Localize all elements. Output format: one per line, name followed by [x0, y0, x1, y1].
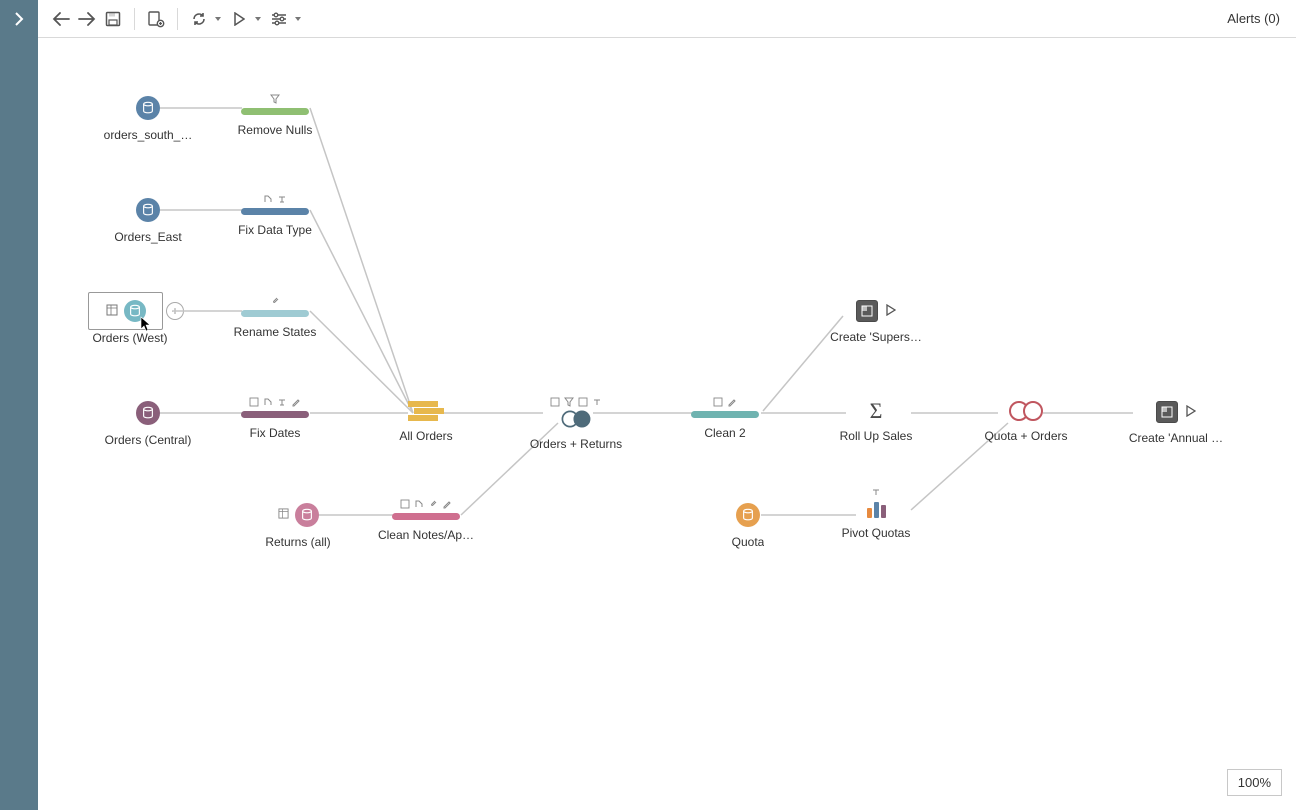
expand-sidebar-button[interactable]: [0, 0, 38, 38]
filter-icon: [270, 94, 280, 104]
table-icon: [278, 508, 289, 522]
input-node-returns-all[interactable]: Returns (all): [233, 503, 363, 549]
rename-icon: [263, 194, 273, 204]
node-label: Remove Nulls: [238, 123, 313, 137]
toolbar-separator: [134, 8, 135, 30]
rename-icon: [578, 397, 588, 407]
join-icon: [562, 411, 591, 428]
node-label-orders-west-wrap: Orders (West): [65, 323, 195, 345]
pivot-node-pivot-quotas[interactable]: Pivot Quotas: [811, 500, 941, 540]
paperclip-icon: [270, 296, 280, 306]
edit-icon: [291, 397, 301, 407]
join-node-quota-orders[interactable]: Quota + Orders: [961, 401, 1091, 443]
node-label: Roll Up Sales: [840, 429, 913, 443]
node-label: All Orders: [399, 429, 452, 443]
database-icon: [736, 503, 760, 527]
rename-icon: [263, 397, 273, 407]
node-label: Rename States: [234, 325, 317, 339]
pivot-icon: [867, 500, 886, 518]
database-icon: [136, 198, 160, 222]
database-icon: [295, 503, 319, 527]
clean-node-fix-dates[interactable]: Fix Dates: [210, 397, 340, 440]
join-node-orders-returns[interactable]: Orders + Returns: [511, 397, 641, 451]
node-label: Clean 2: [704, 426, 745, 440]
union-node-all-orders[interactable]: All Orders: [361, 401, 491, 443]
clean-pill: [241, 411, 309, 418]
output-icon: [1156, 401, 1178, 423]
node-label: Clean Notes/Ap…: [378, 528, 474, 542]
run-output-button[interactable]: [886, 304, 896, 319]
node-label: Returns (all): [265, 535, 330, 549]
type-change-icon: [592, 397, 602, 407]
node-label: Quota: [732, 535, 765, 549]
clean-pill: [392, 513, 460, 520]
union-icon: [408, 401, 444, 421]
toolbar: Alerts (0): [38, 0, 1296, 38]
clean-pill: [691, 411, 759, 418]
run-flow-button[interactable]: [226, 6, 252, 32]
edit-icon: [727, 397, 737, 407]
node-label: Fix Dates: [250, 426, 301, 440]
output-node-create-annual[interactable]: Create 'Annual …: [1111, 401, 1241, 445]
input-node-orders-central[interactable]: Orders (Central): [83, 401, 213, 447]
remove-field-icon: [400, 499, 410, 509]
database-icon: [136, 401, 160, 425]
database-icon: [136, 96, 160, 120]
clean-node-clean-notes[interactable]: Clean Notes/Ap…: [361, 499, 491, 542]
settings-button[interactable]: [266, 6, 292, 32]
run-output-button[interactable]: [1186, 405, 1196, 420]
output-node-create-supers[interactable]: Create 'Supers…: [811, 300, 941, 344]
paperclip-icon: [428, 499, 438, 509]
clean-node-clean2[interactable]: Clean 2: [660, 397, 790, 440]
node-label: Orders (West): [92, 331, 167, 345]
sigma-icon: Σ: [870, 401, 883, 421]
left-sidebar: [0, 0, 38, 810]
input-node-orders-east[interactable]: Orders_East: [83, 198, 213, 244]
clean-node-rename-states[interactable]: Rename States: [210, 296, 340, 339]
add-connection-button[interactable]: [143, 6, 169, 32]
flow-canvas[interactable]: orders_south_… Remove Nulls Orders_East …: [38, 38, 1296, 810]
node-label: Create 'Annual …: [1129, 431, 1223, 445]
refresh-button[interactable]: [186, 6, 212, 32]
node-label: Pivot Quotas: [842, 526, 911, 540]
zoom-level[interactable]: 100%: [1227, 769, 1282, 796]
edit-icon: [442, 499, 452, 509]
remove-field-icon: [249, 397, 259, 407]
node-label: orders_south_…: [104, 128, 193, 142]
type-change-icon: [871, 486, 881, 500]
node-label: Orders_East: [114, 230, 181, 244]
back-button[interactable]: [48, 6, 74, 32]
clean-pill: [241, 310, 309, 317]
remove-field-icon: [550, 397, 560, 407]
input-node-orders-south[interactable]: orders_south_…: [83, 96, 213, 142]
clean-pill: [241, 208, 309, 215]
toolbar-separator: [177, 8, 178, 30]
save-button[interactable]: [100, 6, 126, 32]
clean-node-fix-data-type[interactable]: Fix Data Type: [210, 194, 340, 237]
add-step-button[interactable]: +: [166, 302, 184, 320]
node-label: Create 'Supers…: [830, 330, 922, 344]
output-icon: [856, 300, 878, 322]
type-change-icon: [277, 194, 287, 204]
alerts-button[interactable]: Alerts (0): [1221, 11, 1286, 26]
node-label: Orders + Returns: [530, 437, 622, 451]
type-change-icon: [277, 397, 287, 407]
clean-pill: [241, 108, 309, 115]
input-node-quota[interactable]: Quota: [683, 503, 813, 549]
forward-button[interactable]: [74, 6, 100, 32]
table-icon: [106, 304, 118, 319]
node-label: Fix Data Type: [238, 223, 312, 237]
node-label: Quota + Orders: [984, 429, 1067, 443]
node-label: Orders (Central): [105, 433, 192, 447]
remove-field-icon: [713, 397, 723, 407]
mouse-cursor-icon: [140, 316, 152, 332]
clean-node-remove-nulls[interactable]: Remove Nulls: [210, 94, 340, 137]
join-icon: [1009, 401, 1043, 421]
rename-icon: [414, 499, 424, 509]
aggregate-node-rollup-sales[interactable]: Σ Roll Up Sales: [811, 401, 941, 443]
filter-icon: [564, 397, 574, 407]
